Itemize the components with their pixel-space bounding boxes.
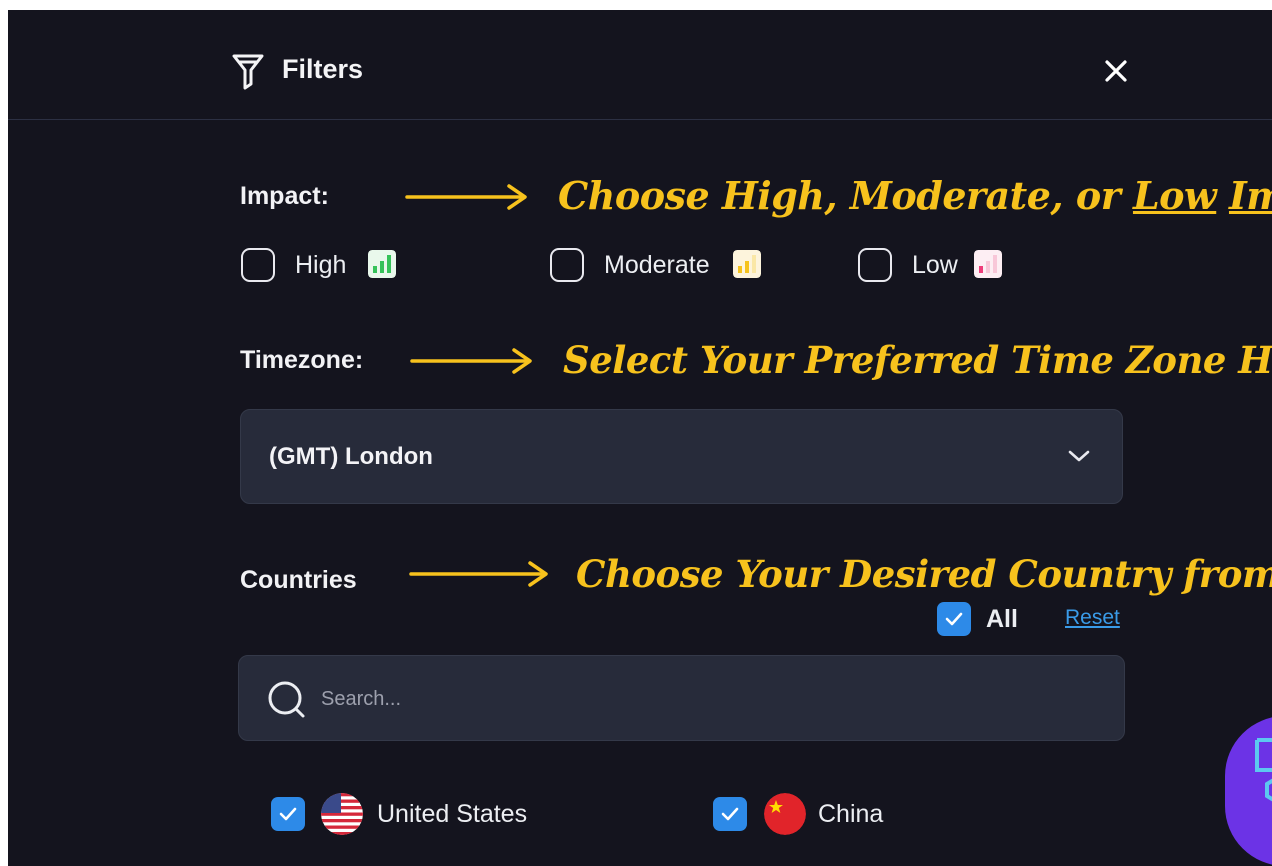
all-countries-label: All [986, 605, 1018, 633]
reset-link[interactable]: Reset [1065, 606, 1120, 630]
country-search-input[interactable] [319, 676, 1083, 722]
low-impact-icon [974, 250, 1002, 278]
search-icon [268, 681, 305, 718]
close-icon[interactable] [1101, 56, 1131, 86]
us-flag-icon [321, 793, 363, 835]
filter-icon [232, 54, 264, 90]
impact-moderate-checkbox[interactable] [550, 248, 584, 282]
china-flag-icon [764, 793, 806, 835]
impact-high-checkbox[interactable] [241, 248, 275, 282]
impact-high-label: High [295, 251, 347, 279]
arrow-icon [409, 561, 548, 587]
country-checkbox-united-states[interactable] [271, 797, 305, 831]
chevron-down-icon [1068, 450, 1090, 462]
timezone-label: Timezone: [240, 346, 364, 374]
impact-label: Impact: [240, 182, 329, 210]
arrow-icon [405, 184, 527, 210]
moderate-impact-icon [733, 250, 761, 278]
country-name-united-states: United States [377, 800, 528, 828]
chat-widget-icon [1255, 738, 1272, 802]
high-impact-icon [368, 250, 396, 278]
arrow-icon [410, 348, 532, 374]
timezone-annotation: Select Your Preferred Time Zone Here [563, 338, 1272, 382]
impact-moderate-label: Moderate [604, 251, 710, 279]
all-countries-checkbox[interactable] [937, 602, 971, 636]
filters-title: Filters [282, 54, 364, 84]
impact-low-checkbox[interactable] [858, 248, 892, 282]
floating-action-button[interactable] [1225, 716, 1272, 866]
timezone-select[interactable]: (GMT) London [240, 409, 1123, 504]
country-name-china: China [818, 800, 884, 828]
filters-panel: Filters Impact: Choose High, Moderate, o… [8, 10, 1272, 866]
countries-annotation: Choose Your Desired Country from Here [576, 552, 1272, 596]
countries-label: Countries [240, 566, 357, 594]
country-checkbox-china[interactable] [713, 797, 747, 831]
impact-low-label: Low [912, 251, 958, 279]
filters-header: Filters [8, 10, 1272, 120]
timezone-selected-value: (GMT) London [269, 443, 433, 470]
impact-annotation: Choose High, Moderate, or Low Impact [558, 173, 1272, 218]
country-search-box [238, 655, 1125, 741]
